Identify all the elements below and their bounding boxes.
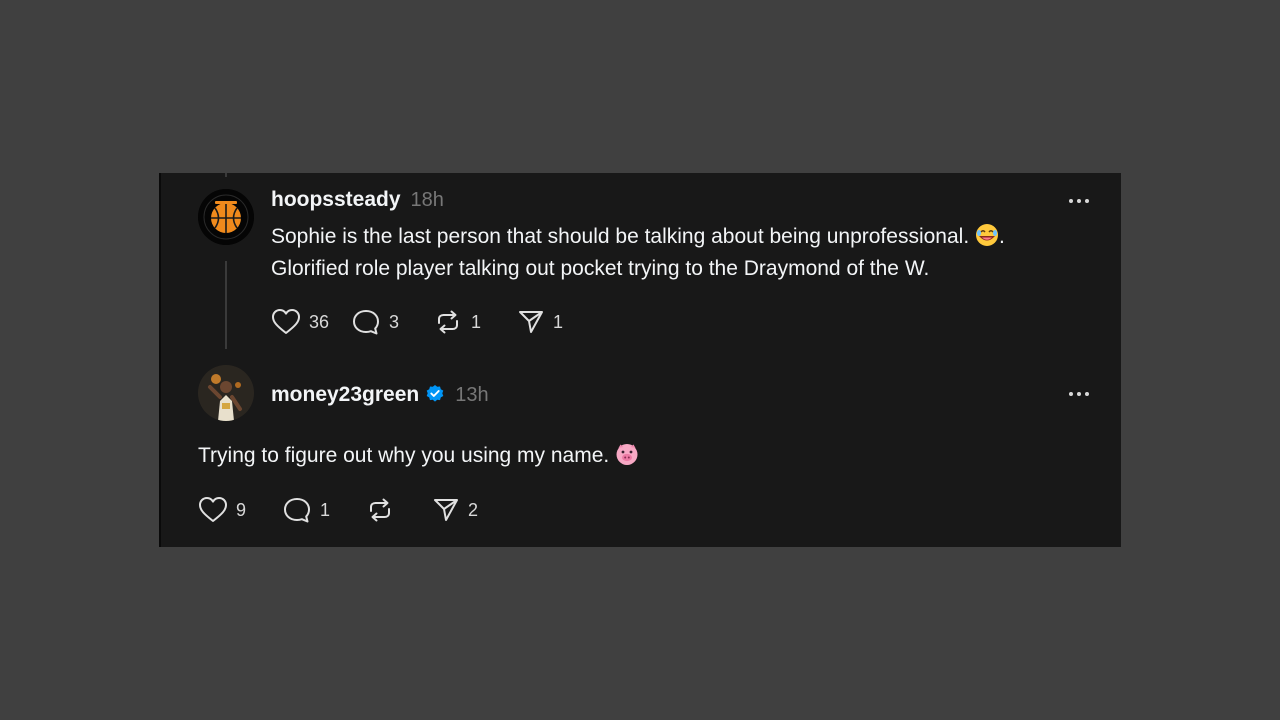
thread-connector-line — [225, 261, 227, 349]
post-text: Sophie is the last person that should be… — [271, 221, 1005, 285]
username[interactable]: money23green — [271, 383, 419, 407]
repost-icon — [438, 310, 458, 334]
send-icon — [434, 499, 458, 521]
post-header: money23green 13h — [271, 381, 489, 407]
avatar[interactable] — [198, 189, 254, 245]
repost-button[interactable] — [365, 495, 432, 525]
timestamp[interactable]: 13h — [455, 384, 488, 407]
comment-icon — [353, 310, 379, 335]
reply-button[interactable]: 3 — [351, 307, 433, 337]
post-actions: 36 3 1 1 — [271, 307, 563, 337]
heart-icon — [272, 309, 300, 334]
share-button[interactable]: 2 — [432, 495, 478, 525]
more-options-icon[interactable] — [1069, 199, 1089, 203]
timestamp[interactable]: 18h — [411, 189, 444, 212]
repost-count: 1 — [471, 311, 482, 332]
post-text-line1: Sophie is the last person that should be… — [271, 225, 970, 248]
thread-card: hoopssteady 18h Sophie is the last perso… — [159, 173, 1121, 547]
post-text-content: Trying to figure out why you using my na… — [198, 444, 610, 467]
post-header: hoopssteady 18h — [271, 188, 444, 212]
share-count: 2 — [468, 499, 479, 520]
player-photo-icon — [198, 365, 254, 421]
reply-count: 1 — [320, 499, 331, 520]
pig-face-emoji-icon — [616, 444, 638, 465]
comment-icon — [284, 498, 310, 523]
post-text: Trying to figure out why you using my na… — [198, 440, 639, 472]
avatar[interactable] — [198, 365, 254, 421]
thread-connector-top — [225, 173, 227, 177]
reply-button[interactable]: 1 — [282, 495, 365, 525]
more-options-icon[interactable] — [1069, 392, 1089, 396]
post-actions: 9 1 2 — [198, 495, 478, 525]
verified-badge-icon — [426, 385, 444, 402]
send-icon — [519, 311, 543, 333]
like-button[interactable]: 36 — [271, 307, 351, 337]
reply-count: 3 — [389, 311, 400, 332]
share-button[interactable]: 1 — [517, 307, 563, 337]
share-count: 1 — [553, 311, 564, 332]
like-count: 36 — [309, 311, 330, 332]
repost-button[interactable]: 1 — [433, 307, 517, 337]
post-text-line1-end: . — [999, 225, 1005, 248]
heart-icon — [199, 497, 227, 522]
repost-icon — [370, 498, 390, 522]
post-text-line2: Glorified role player talking out pocket… — [271, 257, 930, 280]
basketball-logo-icon — [198, 189, 254, 245]
laughing-face-emoji-icon — [976, 224, 998, 246]
like-button[interactable]: 9 — [198, 495, 282, 525]
username[interactable]: hoopssteady — [271, 188, 401, 212]
like-count: 9 — [236, 499, 247, 520]
